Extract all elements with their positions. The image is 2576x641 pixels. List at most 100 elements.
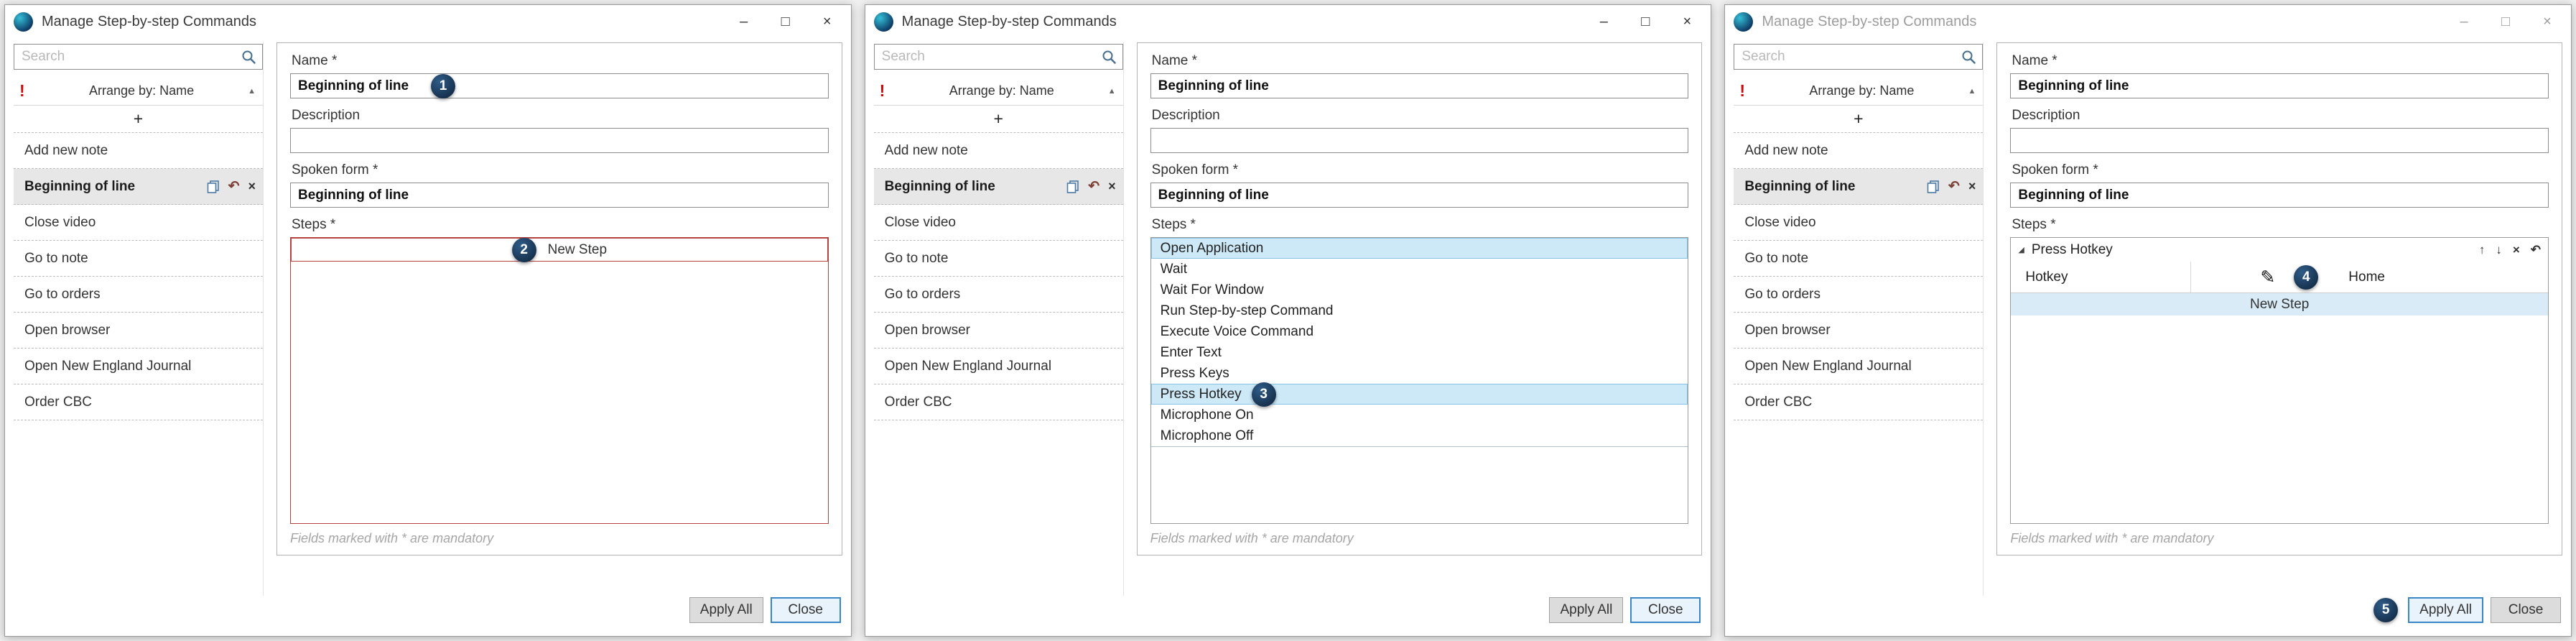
apply-all-button[interactable]: Apply All [2408,597,2483,623]
dialog-footer: 5 Apply All Close [1725,596,2571,636]
command-item[interactable]: Open New England Journal [14,349,263,384]
command-item[interactable]: Go to note [1734,241,1983,277]
description-input[interactable] [1150,128,1689,153]
menu-item-open-application[interactable]: Open Application [1151,238,1688,259]
description-label: Description [1152,108,1689,124]
add-command-button[interactable]: + [1734,106,1983,133]
close-window-button[interactable]: × [2526,7,2568,36]
close-window-button[interactable]: × [1666,7,1708,36]
undo-icon[interactable]: ↶ [1088,178,1099,195]
spoken-form-input[interactable] [1150,183,1689,208]
apply-all-button[interactable]: Apply All [1549,597,1623,623]
search-input[interactable] [14,44,263,70]
delete-icon[interactable]: × [248,179,256,194]
description-field [2010,128,2549,153]
spoken-form-input[interactable] [2010,183,2549,208]
copy-icon[interactable] [207,180,220,193]
menu-item-press-keys[interactable]: Press Keys [1151,363,1688,384]
add-command-button[interactable]: + [874,106,1123,133]
command-item[interactable]: Order CBC [1734,384,1983,420]
command-sidebar: ! Arrange by: Name ▲ + Add new note Begi… [14,42,264,596]
command-item-selected[interactable]: Beginning of line ↶ × [874,169,1123,205]
undo-icon[interactable]: ↶ [1948,178,1960,195]
dialog-body: ! Arrange by: Name ▲ + Add new note Begi… [1725,38,2571,596]
command-item[interactable]: Open New England Journal [1734,349,1983,384]
copy-icon[interactable] [1066,180,1079,193]
search-icon[interactable] [1101,49,1117,65]
window-title: Manage Step-by-step Commands [42,14,256,30]
hotkey-value[interactable]: Home [2348,269,2385,285]
menu-item-execute-voice-command[interactable]: Execute Voice Command [1151,321,1688,342]
menu-item-microphone-off[interactable]: Microphone Off [1151,425,1688,446]
minimize-button[interactable]: – [2443,7,2485,36]
arrange-by-row[interactable]: ! Arrange by: Name ▲ [1734,77,1983,106]
spoken-form-input[interactable] [290,183,829,208]
delete-step-icon[interactable]: × [2513,243,2520,257]
command-item[interactable]: Go to orders [14,277,263,313]
command-item-selected[interactable]: Beginning of line ↶ × [1734,169,1983,205]
name-input[interactable] [2010,73,2549,98]
command-item[interactable]: Open browser [874,313,1123,349]
command-item[interactable]: Add new note [1734,133,1983,169]
move-step-down-icon[interactable]: ↓ [2496,243,2502,257]
menu-item-wait[interactable]: Wait [1151,259,1688,280]
command-item[interactable]: Order CBC [14,384,263,420]
search-icon[interactable] [1961,49,1976,65]
minimize-button[interactable]: – [723,7,765,36]
command-item[interactable]: Go to orders [1734,277,1983,313]
menu-item-run-step-by-step-command[interactable]: Run Step-by-step Command [1151,300,1688,321]
delete-icon[interactable]: × [1108,179,1116,194]
command-item[interactable]: Close video [1734,205,1983,241]
move-step-up-icon[interactable]: ↑ [2479,243,2486,257]
menu-item-enter-text[interactable]: Enter Text [1151,342,1688,363]
steps-list: 2 New Step [290,237,829,524]
copy-icon[interactable] [1927,180,1940,193]
search-input[interactable] [874,44,1123,70]
maximize-button[interactable]: □ [765,7,806,36]
menu-item-wait-for-window[interactable]: Wait For Window [1151,280,1688,300]
name-input[interactable] [290,73,829,98]
command-item[interactable]: Add new note [14,133,263,169]
close-window-button[interactable]: × [806,7,848,36]
delete-icon[interactable]: × [1968,179,1976,194]
menu-item-microphone-on[interactable]: Microphone On [1151,405,1688,425]
arrange-by-row[interactable]: ! Arrange by: Name ▲ [874,77,1123,106]
command-item[interactable]: Open browser [14,313,263,349]
close-button[interactable]: Close [771,597,841,623]
close-button[interactable]: Close [2491,597,2561,623]
command-item[interactable]: Go to note [14,241,263,277]
maximize-button[interactable]: □ [1624,7,1666,36]
name-input[interactable] [1150,73,1689,98]
edit-pencil-icon[interactable]: ✎ [2260,267,2275,288]
hotkey-capture-area[interactable]: ✎ 4 Home [2191,265,2548,290]
command-item[interactable]: Order CBC [874,384,1123,420]
maximize-button[interactable]: □ [2485,7,2526,36]
step-item-header[interactable]: ◢ Press Hotkey ↑ ↓ × ↶ [2011,238,2548,262]
command-item[interactable]: Add new note [874,133,1123,169]
new-step-button[interactable]: New Step [2011,293,2548,315]
name-field [1150,73,1689,98]
undo-icon[interactable]: ↶ [228,178,240,195]
app-icon [874,12,893,32]
minimize-button[interactable]: – [1583,7,1624,36]
command-item[interactable]: Open browser [1734,313,1983,349]
command-item[interactable]: Close video [14,205,263,241]
command-item[interactable]: Open New England Journal [874,349,1123,384]
close-button[interactable]: Close [1630,597,1701,623]
undo-step-icon[interactable]: ↶ [2531,243,2541,257]
command-item[interactable]: Close video [874,205,1123,241]
new-step-button[interactable]: 2 New Step [291,238,828,262]
search-icon[interactable] [241,49,256,65]
description-input[interactable] [2010,128,2549,153]
menu-item-press-hotkey[interactable]: Press Hotkey 3 [1151,384,1688,405]
description-input[interactable] [290,128,829,153]
add-command-button[interactable]: + [14,106,263,133]
command-item[interactable]: Go to note [874,241,1123,277]
annotation-badge-4: 4 [2294,265,2318,290]
arrange-by-row[interactable]: ! Arrange by: Name ▲ [14,77,263,106]
search-input[interactable] [1734,44,1983,70]
collapse-expander-icon[interactable]: ◢ [2018,245,2024,254]
command-item[interactable]: Go to orders [874,277,1123,313]
apply-all-button[interactable]: Apply All [689,597,763,623]
command-item-selected[interactable]: Beginning of line ↶ × [14,169,263,205]
